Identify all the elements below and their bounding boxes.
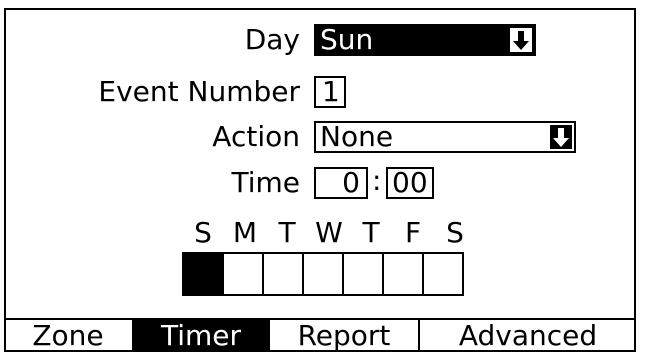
tab-advanced[interactable]: Advanced <box>418 318 636 352</box>
weekday-toggle[interactable] <box>222 252 264 296</box>
day-select[interactable]: Sun <box>314 24 536 56</box>
day-label: Day <box>244 23 300 56</box>
tab-zone[interactable]: Zone <box>4 318 132 352</box>
action-select[interactable]: None <box>314 121 576 153</box>
event-number-label: Event Number <box>98 75 300 108</box>
weekday-toggle[interactable] <box>422 252 464 296</box>
down-arrow-icon <box>510 28 532 52</box>
action-label: Action <box>212 120 300 153</box>
tab-timer[interactable]: Timer <box>132 318 268 352</box>
time-minutes-field[interactable]: 00 <box>386 167 434 199</box>
weekday-toggle[interactable] <box>262 252 304 296</box>
weekday-toggle[interactable] <box>302 252 344 296</box>
down-arrow-icon <box>550 125 572 149</box>
weekday-letter: M <box>232 216 258 249</box>
weekday-letter: S <box>446 216 464 249</box>
weekday-toggle[interactable] <box>342 252 384 296</box>
weekday-letter: T <box>278 216 296 249</box>
weekday-toggle[interactable] <box>382 252 424 296</box>
time-hours-field[interactable]: 0 <box>314 167 368 199</box>
time-separator: : <box>372 164 382 197</box>
weekday-letter: W <box>315 216 343 249</box>
tab-report[interactable]: Report <box>268 318 418 352</box>
weekday-letter: F <box>404 216 422 249</box>
day-value: Sun <box>320 23 374 56</box>
weekday-letter: T <box>362 216 380 249</box>
action-value: None <box>320 120 394 153</box>
event-number-field[interactable]: 1 <box>314 76 346 108</box>
time-label: Time <box>231 166 300 199</box>
weekday-toggle[interactable] <box>182 252 224 296</box>
bottom-tab-bar: Zone Timer Report Advanced <box>4 318 636 352</box>
weekday-letter: S <box>194 216 212 249</box>
